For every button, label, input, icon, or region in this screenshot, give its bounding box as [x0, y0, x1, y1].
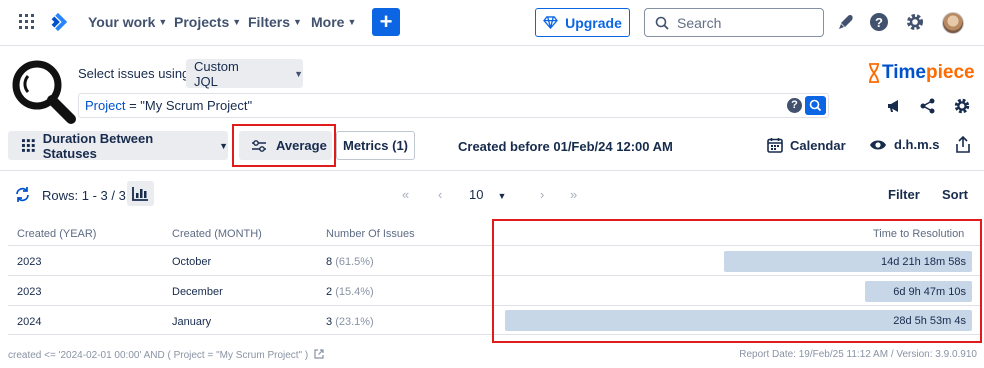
highlight-time-column	[492, 219, 982, 343]
count-percent: (15.4%)	[335, 286, 374, 298]
report-settings-gear-icon[interactable]	[953, 97, 971, 115]
search-placeholder: Search	[677, 14, 722, 31]
eye-icon	[870, 140, 886, 149]
nav-your-work[interactable]: Your work ▼	[88, 14, 167, 30]
app-magnifier-icon	[12, 60, 76, 124]
calendar-button[interactable]: Calendar	[767, 137, 846, 153]
jira-logo-icon[interactable]	[47, 11, 69, 33]
time-format-button[interactable]: d.h.m.s	[869, 137, 940, 152]
footer-query-text: created <= '2024-02-01 00:00' AND ( Proj…	[8, 350, 309, 361]
chevron-down-icon: ▼	[294, 68, 303, 79]
chevron-down-icon: ▼	[158, 17, 168, 27]
export-icon[interactable]	[955, 136, 971, 154]
count-percent: (61.5%)	[335, 256, 374, 268]
cell-month: January	[172, 316, 212, 328]
filter-button[interactable]: Filter	[888, 187, 920, 202]
grid-icon	[22, 139, 35, 152]
settings-gear-icon[interactable]	[905, 12, 925, 32]
cell-year: 2023	[17, 256, 42, 268]
chevron-down-icon: ▼	[232, 17, 242, 27]
cell-month: October	[172, 256, 212, 268]
rows-count-label: Rows: 1 - 3 / 3	[42, 188, 126, 203]
column-header-year[interactable]: Created (YEAR)	[17, 228, 96, 240]
jql-value: = "My Scrum Project"	[125, 98, 253, 113]
query-footer: created <= '2024-02-01 00:00' AND ( Proj…	[8, 349, 324, 361]
column-header-month[interactable]: Created (MONTH)	[172, 228, 262, 240]
page-size-select[interactable]: 10 ▼	[469, 187, 506, 202]
count-value: 8	[326, 256, 333, 268]
report-info: Report Date: 19/Feb/25 11:12 AM / Versio…	[739, 349, 977, 360]
nav-projects[interactable]: Projects ▼	[174, 14, 241, 30]
cell-count: 2 (15.4%)	[326, 286, 374, 298]
cell-year: 2023	[17, 286, 42, 298]
search-icon	[655, 16, 669, 30]
external-link-icon[interactable]	[314, 349, 324, 359]
first-page-button[interactable]: «	[402, 187, 409, 202]
nav-label: More	[311, 14, 345, 30]
cell-count: 3 (23.1%)	[326, 316, 374, 328]
bar-chart-icon	[132, 187, 148, 201]
create-button[interactable]: +	[372, 8, 400, 36]
count-value: 2	[326, 286, 333, 298]
sort-button[interactable]: Sort	[942, 187, 968, 202]
created-before-label: Created before 01/Feb/24 12:00 AM	[458, 139, 673, 154]
column-header-issues[interactable]: Number Of Issues	[326, 228, 415, 240]
nav-filters[interactable]: Filters ▼	[248, 14, 302, 30]
svg-text:?: ?	[875, 15, 883, 30]
calendar-label: Calendar	[790, 137, 846, 153]
refresh-icon[interactable]	[14, 186, 31, 203]
top-navigation: Your work ▼ Projects ▼ Filters ▼ More ▼ + Up…	[0, 0, 984, 46]
query-mode-select[interactable]: Custom JQL ▼	[186, 58, 303, 89]
previous-page-button[interactable]: ‹	[438, 187, 442, 202]
duration-label: Duration Between Statuses	[42, 130, 154, 161]
toolbar-divider	[0, 170, 984, 171]
announcement-icon[interactable]	[885, 97, 903, 115]
format-label: d.h.m.s	[894, 137, 940, 152]
duration-between-statuses-button[interactable]: Duration Between Statuses ▼	[8, 130, 228, 161]
jql-search-button[interactable]	[805, 96, 826, 115]
count-percent: (23.1%)	[335, 316, 374, 328]
app-switcher-icon[interactable]	[19, 14, 34, 29]
upgrade-label: Upgrade	[565, 14, 622, 31]
brand-part2: piece	[926, 62, 975, 83]
nav-label: Filters	[248, 14, 291, 30]
last-page-button[interactable]: »	[570, 187, 577, 202]
nav-label: Projects	[174, 14, 230, 30]
chart-toggle-button[interactable]	[127, 181, 154, 206]
nav-more[interactable]: More ▼	[311, 14, 356, 30]
search-input[interactable]: Search	[644, 8, 824, 37]
metrics-button[interactable]: Metrics (1)	[336, 131, 415, 160]
gem-icon	[543, 16, 558, 29]
jql-help-icon[interactable]: ?	[787, 98, 802, 113]
chevron-down-icon: ▼	[293, 17, 302, 27]
cell-year: 2024	[17, 316, 42, 328]
metrics-label: Metrics (1)	[342, 138, 409, 153]
chevron-down-icon: ▼	[219, 140, 228, 151]
cell-month: December	[172, 286, 223, 298]
nav-label: Your work	[88, 14, 156, 30]
help-icon[interactable]: ?	[869, 12, 889, 32]
page-size-value: 10	[469, 187, 484, 202]
timepiece-logo: Time piece	[868, 62, 975, 84]
jql-input[interactable]: Project = "My Scrum Project" ?	[78, 93, 829, 118]
select-issues-label: Select issues using	[78, 66, 190, 81]
user-avatar[interactable]	[942, 12, 964, 34]
cell-count: 8 (61.5%)	[326, 256, 374, 268]
brand-part1: Time	[882, 62, 927, 83]
chevron-down-icon: ▼	[347, 17, 357, 27]
chevron-down-icon: ▼	[497, 191, 507, 201]
jql-field: Project	[85, 98, 126, 113]
query-mode-value: Custom JQL	[194, 58, 239, 89]
hourglass-icon	[869, 63, 879, 83]
notifications-rocket-icon[interactable]	[836, 12, 856, 32]
upgrade-button[interactable]: Upgrade	[535, 8, 630, 37]
calendar-icon	[767, 138, 783, 153]
share-icon[interactable]	[919, 97, 937, 115]
count-value: 3	[326, 316, 333, 328]
highlight-average	[232, 124, 336, 167]
search-icon	[809, 99, 822, 112]
next-page-button[interactable]: ›	[540, 187, 544, 202]
